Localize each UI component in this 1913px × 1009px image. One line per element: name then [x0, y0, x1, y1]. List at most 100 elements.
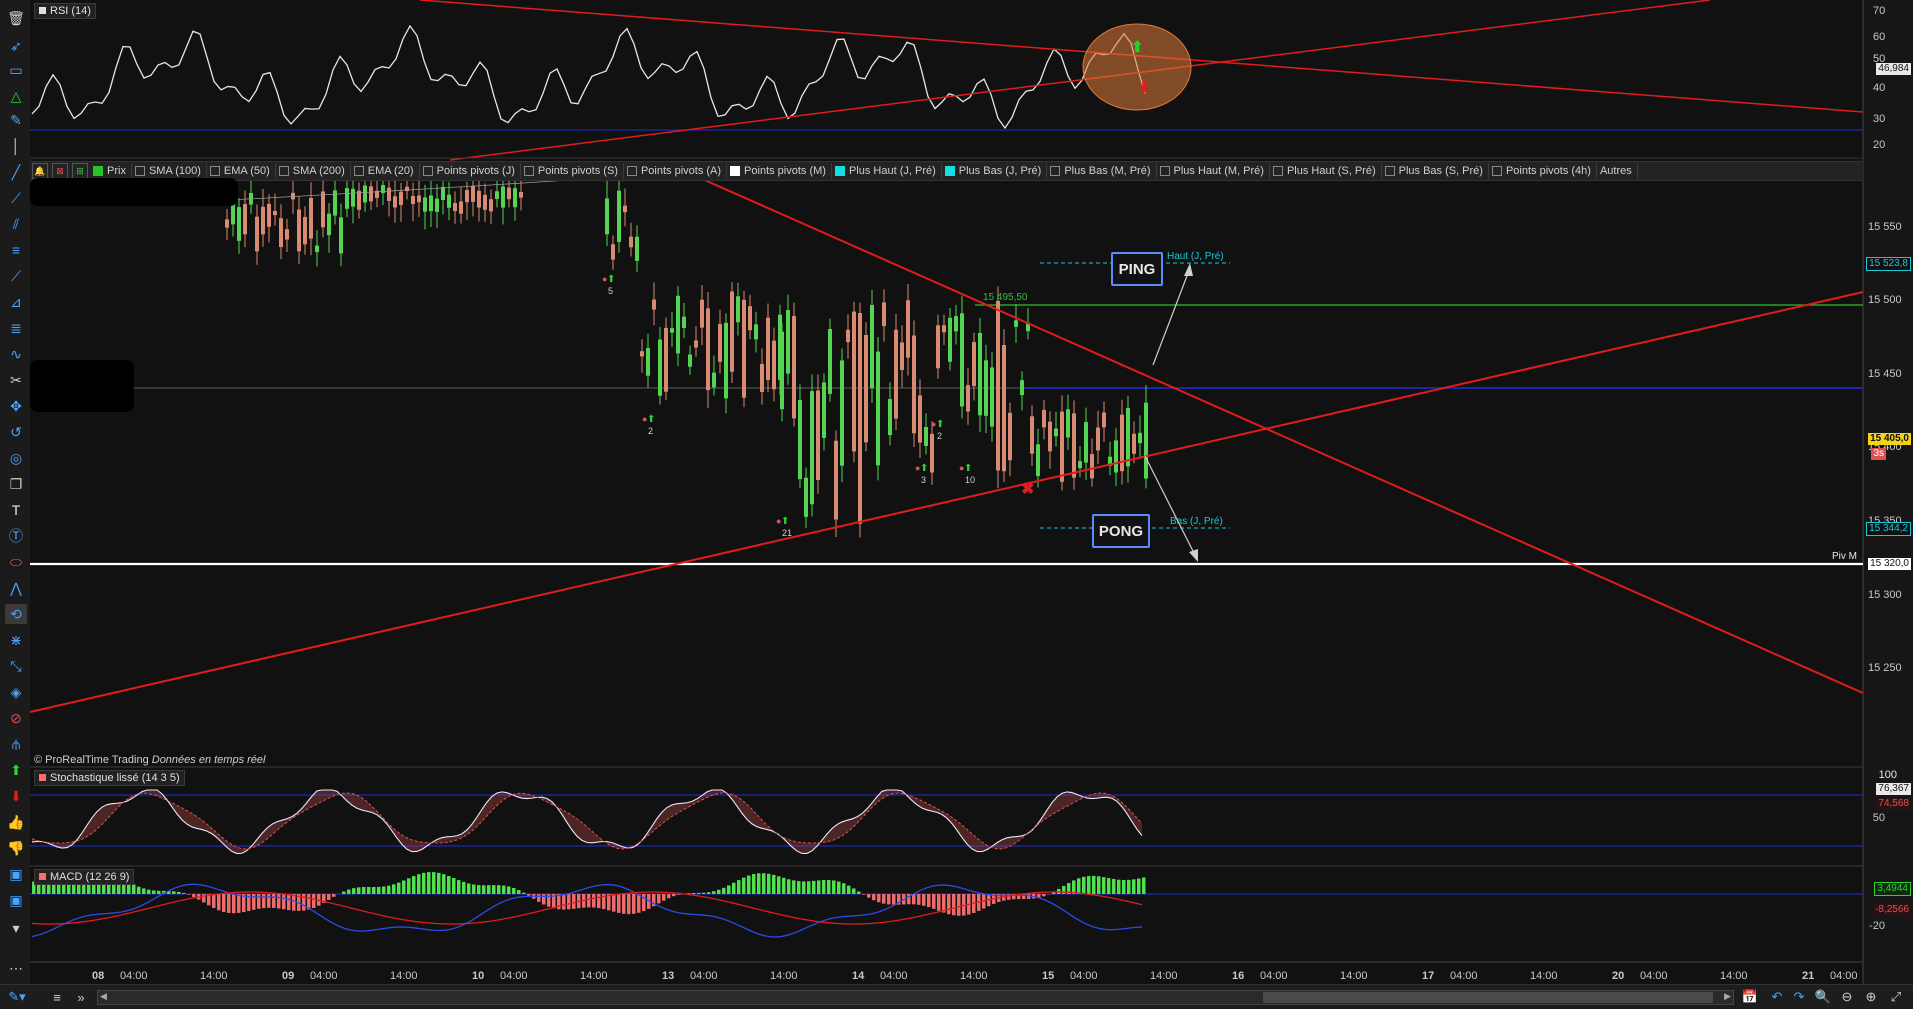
checkbox-icon[interactable]	[945, 166, 955, 176]
pitchfork-icon[interactable]: ⫛	[5, 734, 27, 754]
trend-icon[interactable]: ⟋	[5, 266, 27, 286]
undo-icon[interactable]: ↶	[1768, 988, 1786, 1006]
spiral-icon[interactable]: ↺	[5, 422, 27, 442]
macd-bar	[867, 894, 871, 898]
checkbox-icon[interactable]	[730, 166, 740, 176]
indicator-chip[interactable]: Plus Haut (M, Pré)	[1157, 163, 1270, 179]
fibonacci-icon[interactable]: ≡	[5, 240, 27, 260]
calendar-icon[interactable]: 📅	[1740, 988, 1760, 1006]
thumbs-down-icon[interactable]: 👎	[5, 838, 27, 858]
checkbox-icon[interactable]	[210, 166, 220, 176]
vertical-line-icon[interactable]: │	[5, 136, 27, 156]
text-icon[interactable]: T	[5, 500, 27, 520]
checkbox-icon[interactable]	[1385, 166, 1395, 176]
indicator-chip[interactable]: Plus Haut (S, Pré)	[1270, 163, 1382, 179]
checkbox-icon[interactable]	[423, 166, 433, 176]
indicator-chip[interactable]: Points pivots (A)	[624, 163, 727, 179]
tools-icon[interactable]: ✂	[5, 370, 27, 390]
indicator-chip[interactable]: SMA (200)	[276, 163, 351, 179]
rsi-label[interactable]: RSI (14)	[34, 3, 96, 19]
indicator-chip[interactable]: Points pivots (4h)	[1489, 163, 1597, 179]
zigzag-icon[interactable]: ⟋	[5, 188, 27, 208]
candle-body	[459, 201, 463, 213]
grid-g-icon[interactable]: ▣	[5, 864, 27, 884]
macd-bar	[1092, 876, 1096, 894]
candle-body	[786, 310, 790, 374]
checkbox-icon[interactable]	[135, 166, 145, 176]
macd-bar	[397, 883, 401, 894]
elliott-icon[interactable]: ⋀	[5, 578, 27, 598]
indicator-chip[interactable]: Plus Bas (M, Pré)	[1047, 163, 1156, 179]
indicator-chip[interactable]: Points pivots (M)	[727, 163, 832, 179]
trash-icon[interactable]: 🗑	[5, 8, 27, 28]
copy-icon[interactable]: ❐	[5, 474, 27, 494]
autres-button[interactable]: Autres	[1597, 163, 1638, 179]
alert-icon[interactable]: ⊠	[52, 163, 68, 179]
fibo-retracement-icon[interactable]: ≣	[5, 318, 27, 338]
move-icon[interactable]: ✥	[5, 396, 27, 416]
thumbs-up-icon[interactable]: 👍	[5, 812, 27, 832]
macd-label[interactable]: MACD (12 26 9)	[34, 869, 134, 885]
more-tools-icon[interactable]: ▾	[5, 918, 27, 938]
checkbox-icon[interactable]	[1273, 166, 1283, 176]
indicator-chip[interactable]: Plus Bas (J, Pré)	[942, 163, 1048, 179]
indicator-chip[interactable]: EMA (20)	[351, 163, 420, 179]
arrow-up-icon[interactable]: ⬆	[5, 760, 27, 780]
indicator-chip[interactable]: Points pivots (J)	[420, 163, 521, 179]
haut-j-pre-tag: 15 523,8	[1866, 257, 1911, 271]
indicator-chip[interactable]: Points pivots (S)	[521, 163, 624, 179]
rectangle-icon[interactable]: ▭	[5, 60, 27, 80]
time-axis-day: 14	[852, 970, 865, 982]
indicator-chip[interactable]: Plus Haut (J, Pré)	[832, 163, 942, 179]
scroll-thumb[interactable]	[1263, 992, 1713, 1003]
chart-area[interactable]: ⬆ ⬇ 706050403020 ✖ ⬆●5⬆●2⬆●21⬆●2⬆●	[30, 0, 1913, 984]
triangle-icon[interactable]: △	[5, 86, 27, 106]
stochastic-label[interactable]: Stochastique lissé (14 3 5)	[34, 770, 185, 786]
indicator-chip[interactable]: EMA (50)	[207, 163, 276, 179]
checkbox-icon[interactable]	[279, 166, 289, 176]
checkbox-icon[interactable]	[835, 166, 845, 176]
ellipse-icon[interactable]: ⬭	[5, 552, 27, 572]
checkbox-icon[interactable]	[354, 166, 364, 176]
indicator-chip[interactable]: Prix	[90, 163, 132, 179]
scroll-right-icon[interactable]: ▶	[1724, 991, 1731, 1002]
checkbox-icon[interactable]	[1050, 166, 1060, 176]
checkbox-icon[interactable]	[1492, 166, 1502, 176]
rsi-axis-label: 70	[1873, 5, 1885, 17]
chart-style-icon[interactable]: ✎▾	[4, 988, 30, 1006]
grid-g2-icon[interactable]: ▣	[5, 890, 27, 910]
forbidden-icon[interactable]: ⊘	[5, 708, 27, 728]
diamond-icon[interactable]: ◈	[5, 682, 27, 702]
arrow-down-icon[interactable]: ⬇	[5, 786, 27, 806]
zoom-auto-icon[interactable]: 🔍	[1814, 988, 1832, 1006]
zoom-in-icon[interactable]: ⊕	[1862, 988, 1880, 1006]
indicator-chip[interactable]: SMA (100)	[132, 163, 207, 179]
expand-icon[interactable]: »	[72, 988, 90, 1006]
menu-icon[interactable]: ≡	[48, 988, 66, 1006]
text-circle-icon[interactable]: Ⓣ	[5, 526, 27, 546]
bell-icon[interactable]: 🔔	[32, 163, 48, 179]
horizontal-scrollbar[interactable]: ◀ ▶	[97, 990, 1734, 1005]
scroll-left-icon[interactable]: ◀	[100, 991, 107, 1002]
gann-icon[interactable]: ⋇	[5, 630, 27, 650]
circle-target-icon[interactable]: ◎	[5, 448, 27, 468]
wave-icon[interactable]: ∿	[5, 344, 27, 364]
macd-bar	[632, 894, 636, 914]
checkbox-icon[interactable]	[524, 166, 534, 176]
zoom-out-icon[interactable]: ⊖	[1838, 988, 1856, 1006]
ellipsis-icon[interactable]: ⋯	[5, 958, 27, 978]
redo-icon[interactable]: ↷	[1790, 988, 1808, 1006]
checkbox-icon[interactable]	[93, 166, 103, 176]
regression-icon[interactable]: ⤡	[5, 656, 27, 676]
fan-icon[interactable]: ⊿	[5, 292, 27, 312]
magnet-icon[interactable]: ⟲	[5, 604, 27, 624]
add-indicator-icon[interactable]: ⊞	[72, 163, 88, 179]
indicator-chip[interactable]: Plus Bas (S, Pré)	[1382, 163, 1489, 179]
checkbox-icon[interactable]	[627, 166, 637, 176]
fit-icon[interactable]: ⤢	[1886, 988, 1906, 1006]
checkbox-icon[interactable]	[1160, 166, 1170, 176]
line-icon[interactable]: ╱	[5, 162, 27, 182]
pencil-icon[interactable]: ✎	[5, 110, 27, 130]
cursor-icon[interactable]: ➶	[5, 36, 27, 56]
channel-icon[interactable]: ⫽	[5, 214, 27, 234]
